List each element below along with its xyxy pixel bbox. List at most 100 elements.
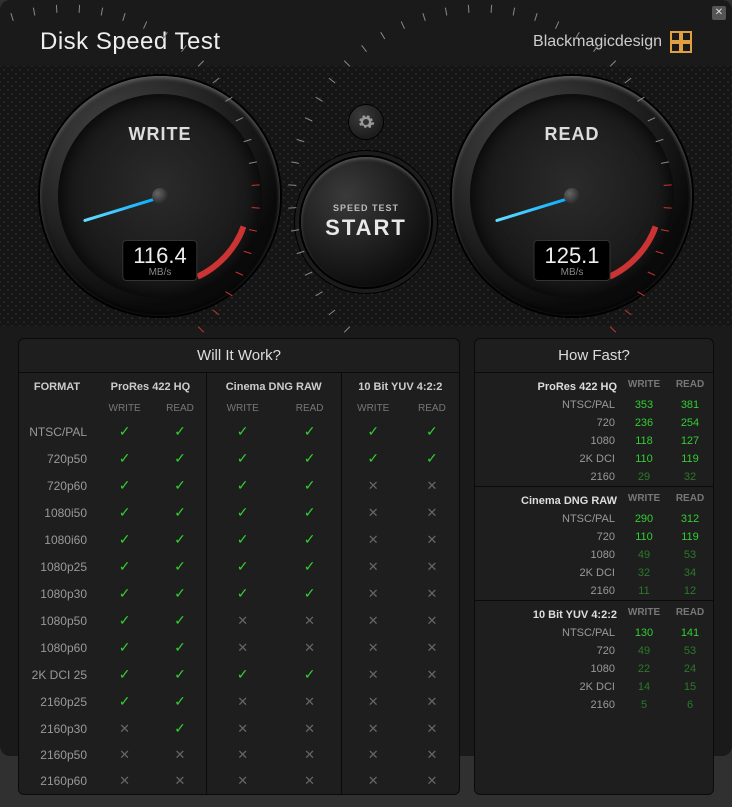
read-cell: 15 <box>667 678 713 696</box>
read-gauge: READ 125.1 MB/s <box>452 76 692 316</box>
check-icon: ✓ <box>174 423 186 439</box>
read-cell: 6 <box>667 696 713 714</box>
start-button[interactable]: SPEED TEST START <box>301 157 431 287</box>
check-icon: ✓ <box>119 423 131 439</box>
read-cell: 32 <box>667 468 713 487</box>
table-row: 2160p30✕✓✕✕✕✕ <box>19 715 459 742</box>
table-row: 720p60✓✓✓✓✕✕ <box>19 472 459 499</box>
read-value: 125.1 <box>544 245 599 267</box>
check-icon: ✓ <box>304 558 316 574</box>
row-label: 1080i50 <box>19 499 95 526</box>
table-row: 1080118127 <box>475 432 713 450</box>
row-label: 1080p30 <box>19 580 95 607</box>
read-cell: 381 <box>667 396 713 414</box>
table-row: NTSC/PAL290312 <box>475 510 713 528</box>
row-label: 1080 <box>475 432 621 450</box>
write-unit: MB/s <box>133 267 186 278</box>
read-cell: 119 <box>667 528 713 546</box>
cross-icon: ✕ <box>426 532 437 547</box>
cross-icon: ✕ <box>175 773 186 788</box>
row-label: NTSC/PAL <box>475 510 621 528</box>
write-cell: 110 <box>621 450 667 468</box>
check-icon: ✓ <box>237 423 249 439</box>
read-cell: 254 <box>667 414 713 432</box>
cross-icon: ✕ <box>426 586 437 601</box>
row-label: 2K DCI <box>475 564 621 582</box>
write-cell: 11 <box>621 582 667 601</box>
row-label: 2160p60 <box>19 768 95 794</box>
table-row: 21601112 <box>475 582 713 601</box>
check-icon: ✓ <box>304 450 316 466</box>
read-cell: 127 <box>667 432 713 450</box>
right-panel-title: How Fast? <box>475 339 713 373</box>
row-label: 720 <box>475 642 621 660</box>
row-label: 1080 <box>475 660 621 678</box>
row-label: 2K DCI <box>475 678 621 696</box>
section-header: 10 Bit YUV 4:2:2 <box>475 601 621 625</box>
will-it-work-panel: Will It Work? FORMAT ProRes 422 HQ Cinem… <box>18 338 460 795</box>
read-cell: 119 <box>667 450 713 468</box>
table-row: 1080p25✓✓✓✓✕✕ <box>19 553 459 580</box>
check-icon: ✓ <box>119 693 131 709</box>
cross-icon: ✕ <box>119 721 130 736</box>
how-fast-panel: How Fast? ProRes 422 HQWRITEREADNTSC/PAL… <box>474 338 714 795</box>
check-icon: ✓ <box>174 477 186 493</box>
write-cell: 29 <box>621 468 667 487</box>
cross-icon: ✕ <box>119 773 130 788</box>
cross-icon: ✕ <box>237 747 248 762</box>
check-icon: ✓ <box>174 612 186 628</box>
row-label: 720p50 <box>19 445 95 472</box>
table-row: NTSC/PAL353381 <box>475 396 713 414</box>
table-row: 2K DCI3234 <box>475 564 713 582</box>
check-icon: ✓ <box>237 666 249 682</box>
cross-icon: ✕ <box>175 747 186 762</box>
check-icon: ✓ <box>237 504 249 520</box>
write-gauge: WRITE 116.4 MB/s <box>40 76 280 316</box>
check-icon: ✓ <box>426 423 438 439</box>
row-label: 1080p50 <box>19 607 95 634</box>
row-label: 720p60 <box>19 472 95 499</box>
cross-icon: ✕ <box>368 613 379 628</box>
check-icon: ✓ <box>174 720 186 736</box>
read-cell: 53 <box>667 642 713 660</box>
write-cell: 353 <box>621 396 667 414</box>
row-label: 2160p30 <box>19 715 95 742</box>
check-icon: ✓ <box>174 558 186 574</box>
row-label: NTSC/PAL <box>19 418 95 445</box>
read-gauge-label: READ <box>452 124 692 145</box>
write-cell: 5 <box>621 696 667 714</box>
check-icon: ✓ <box>174 450 186 466</box>
settings-button[interactable] <box>349 105 383 139</box>
write-cell: 110 <box>621 528 667 546</box>
table-row: 2160p60✕✕✕✕✕✕ <box>19 768 459 794</box>
section-header: Cinema DNG RAW <box>475 487 621 511</box>
row-label: 720 <box>475 414 621 432</box>
cross-icon: ✕ <box>237 721 248 736</box>
check-icon: ✓ <box>304 531 316 547</box>
write-gauge-label: WRITE <box>40 124 280 145</box>
close-button[interactable]: ✕ <box>712 6 726 20</box>
cross-icon: ✕ <box>304 747 315 762</box>
table-row: 1080p50✓✓✕✕✕✕ <box>19 607 459 634</box>
cross-icon: ✕ <box>304 613 315 628</box>
check-icon: ✓ <box>367 423 379 439</box>
table-row: 1080p30✓✓✓✓✕✕ <box>19 580 459 607</box>
cross-icon: ✕ <box>426 478 437 493</box>
start-label-big: START <box>325 215 407 241</box>
row-label: 2160 <box>475 582 621 601</box>
write-cell: 49 <box>621 546 667 564</box>
row-label: 720 <box>475 528 621 546</box>
write-cell: 130 <box>621 624 667 642</box>
check-icon: ✓ <box>237 450 249 466</box>
check-icon: ✓ <box>119 666 131 682</box>
compat-table: FORMAT ProRes 422 HQ Cinema DNG RAW 10 B… <box>19 373 459 794</box>
row-label: 1080p25 <box>19 553 95 580</box>
check-icon: ✓ <box>174 504 186 520</box>
table-row: 7204953 <box>475 642 713 660</box>
cross-icon: ✕ <box>368 478 379 493</box>
cross-icon: ✕ <box>304 694 315 709</box>
brand: Blackmagicdesign <box>533 31 692 53</box>
cross-icon: ✕ <box>426 694 437 709</box>
check-icon: ✓ <box>119 585 131 601</box>
check-icon: ✓ <box>304 477 316 493</box>
